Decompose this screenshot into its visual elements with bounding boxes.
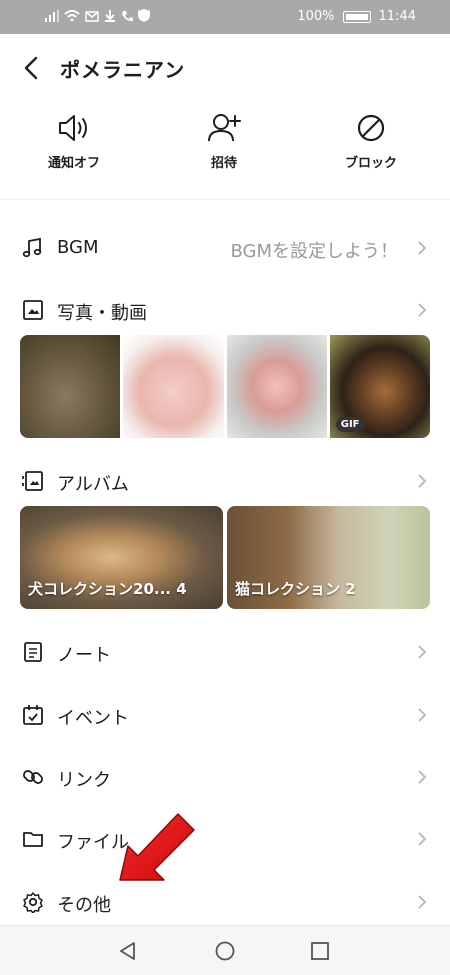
album-row[interactable]: アルバム xyxy=(0,452,450,510)
status-icons-right: 100% 11:44 xyxy=(297,9,416,24)
block-icon xyxy=(357,114,385,142)
block-label: ブロック xyxy=(344,156,397,171)
photo-thumbnail[interactable]: GIF xyxy=(329,335,430,438)
album-title: 犬コレクション20... 4 xyxy=(28,580,187,598)
chevron-right-icon xyxy=(418,645,427,659)
chevron-right-icon xyxy=(418,770,427,784)
red-arrow-icon xyxy=(119,813,195,881)
back-arrow-icon[interactable] xyxy=(18,54,46,82)
chevron-right-icon xyxy=(418,474,427,488)
photo-thumbnail[interactable] xyxy=(226,335,327,438)
mail-icon xyxy=(85,10,99,22)
event-row[interactable]: イベント xyxy=(0,686,450,744)
phone-icon xyxy=(122,10,133,21)
other-label: その他 xyxy=(57,895,111,916)
invite-button[interactable]: 招待 xyxy=(169,112,279,171)
block-button[interactable]: ブロック xyxy=(316,112,426,171)
signal-icon xyxy=(45,9,59,22)
speaker-icon xyxy=(59,115,87,141)
photo-thumbnail[interactable] xyxy=(20,335,121,438)
calendar-icon xyxy=(23,705,43,725)
link-icon xyxy=(23,770,43,784)
photo-icon xyxy=(23,300,43,320)
file-row[interactable]: ファイル xyxy=(0,810,450,868)
shield-icon xyxy=(138,9,150,22)
mute-label: 通知オフ xyxy=(47,156,100,171)
album-card[interactable]: 犬コレクション20... 4 xyxy=(20,506,223,609)
album-icon xyxy=(22,471,43,491)
nav-home-icon[interactable] xyxy=(214,940,236,962)
link-row[interactable]: リンク xyxy=(0,748,450,806)
status-bar: 100% 11:44 xyxy=(0,0,450,34)
link-label: リンク xyxy=(57,770,111,791)
action-bar: 通知オフ 招待 ブロック xyxy=(0,104,450,200)
photos-label: 写真・動画 xyxy=(57,303,147,324)
music-note-icon xyxy=(22,237,42,258)
system-nav-bar xyxy=(0,925,450,975)
bgm-hint: BGMを設定しよう！ xyxy=(230,241,398,262)
mute-notifications-button[interactable]: 通知オフ xyxy=(19,112,129,171)
bgm-row[interactable]: BGM BGMを設定しよう！ xyxy=(0,219,450,277)
status-icons-left xyxy=(45,9,150,22)
nav-recents-icon[interactable] xyxy=(309,940,331,962)
photo-thumbnail[interactable] xyxy=(123,335,224,438)
clock: 11:44 xyxy=(378,9,416,24)
note-row[interactable]: ノート xyxy=(0,623,450,681)
album-strip: 犬コレクション20... 4 猫コレクション 2 xyxy=(20,506,430,609)
add-person-icon xyxy=(208,114,241,142)
chevron-right-icon xyxy=(418,832,427,846)
invite-label: 招待 xyxy=(210,156,237,171)
wifi-icon xyxy=(64,9,80,21)
chevron-right-icon xyxy=(418,241,427,255)
photos-videos-row[interactable]: 写真・動画 xyxy=(0,281,450,339)
album-title: 猫コレクション 2 xyxy=(235,580,356,598)
chevron-right-icon xyxy=(418,708,427,722)
header: ポメラニアン xyxy=(0,34,450,104)
photo-strip: GIF xyxy=(20,335,430,438)
chevron-right-icon xyxy=(418,303,427,317)
gif-badge: GIF xyxy=(335,417,365,432)
download-icon xyxy=(105,9,115,22)
album-card[interactable]: 猫コレクション 2 xyxy=(227,506,430,609)
battery-percent: 100% xyxy=(297,9,335,24)
chevron-right-icon xyxy=(418,895,427,909)
nav-back-icon[interactable] xyxy=(117,940,139,962)
other-row[interactable]: その他 xyxy=(0,873,450,931)
gear-icon xyxy=(23,892,43,913)
page-title: ポメラニアン xyxy=(60,58,186,82)
bgm-label: BGM xyxy=(57,237,99,258)
note-icon xyxy=(24,642,42,662)
folder-icon xyxy=(23,832,43,847)
note-label: ノート xyxy=(57,645,111,666)
album-label: アルバム xyxy=(57,474,129,495)
event-label: イベント xyxy=(57,708,129,729)
battery-icon xyxy=(342,10,371,23)
